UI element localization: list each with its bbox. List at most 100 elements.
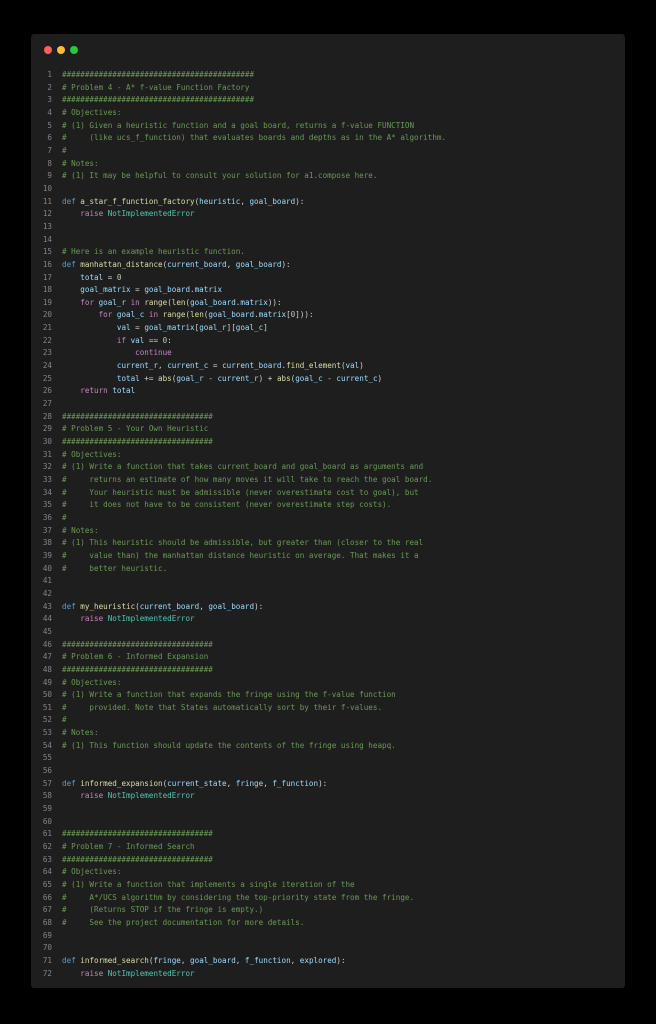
- code-line[interactable]: 26 return total: [31, 385, 625, 398]
- code-line[interactable]: 22 if val == 0:: [31, 335, 625, 348]
- code-line[interactable]: 44 raise NotImplementedError: [31, 613, 625, 626]
- code-line[interactable]: 52 #: [31, 714, 625, 727]
- line-number: 50: [42, 690, 52, 700]
- code-line[interactable]: 13: [31, 221, 625, 234]
- code-line[interactable]: 38 # (1) This heuristic should be admissi…: [31, 537, 625, 550]
- code-line[interactable]: 7 #: [31, 145, 625, 158]
- code-line[interactable]: 21 val = goal_matrix[goal_r][goal_c]: [31, 322, 625, 335]
- code-line[interactable]: 55: [31, 752, 625, 765]
- code-line[interactable]: 8 # Notes:: [31, 158, 625, 171]
- code-line[interactable]: 18 goal_matrix = goal_board.matrix: [31, 284, 625, 297]
- code-token: =: [130, 323, 145, 333]
- code-line[interactable]: 70: [31, 942, 625, 955]
- code-line[interactable]: 45: [31, 626, 625, 639]
- code-line[interactable]: 36 #: [31, 512, 625, 525]
- line-text: # (1) Write a function that expands the …: [62, 689, 396, 702]
- code-line[interactable]: 23 continue: [31, 347, 625, 360]
- code-editor[interactable]: 1 #######################################…: [31, 69, 625, 980]
- code-line[interactable]: 69: [31, 930, 625, 943]
- code-token: val: [116, 323, 131, 333]
- line-number: 65: [42, 880, 52, 889]
- line-text: # value than) the manhattan distance heu…: [62, 550, 419, 563]
- code-line[interactable]: 58 raise NotImplementedError: [31, 790, 625, 803]
- code-token: # (1) Given a heuristic function and a g…: [62, 120, 415, 130]
- code-line[interactable]: 24 current_r, current_c = current_board.…: [31, 360, 625, 373]
- code-token: raise: [80, 968, 104, 978]
- code-line[interactable]: 5 # (1) Given a heuristic function and a …: [31, 120, 625, 133]
- line-number: 41: [42, 576, 52, 586]
- line-number: 48: [42, 664, 52, 674]
- code-line[interactable]: 37 # Notes:: [31, 525, 625, 538]
- code-line[interactable]: 71 def informed_search(fringe, goal_board…: [31, 955, 625, 968]
- line-text: goal_matrix = goal_board.matrix: [62, 284, 222, 297]
- code-line[interactable]: 56: [31, 765, 625, 778]
- code-line[interactable]: 25 total += abs(goal_r - current_r) + ab…: [31, 373, 625, 386]
- code-line[interactable]: 9 # (1) It may be helpful to consult your…: [31, 170, 625, 183]
- code-line[interactable]: 15 # Here is an example heuristic functio…: [31, 246, 625, 259]
- code-token: total: [116, 373, 140, 383]
- code-token: +=: [139, 373, 159, 383]
- code-line[interactable]: 28 #################################: [31, 411, 625, 424]
- line-number: 44: [42, 614, 52, 624]
- code-line[interactable]: 31 # Objectives:: [31, 449, 625, 462]
- code-line[interactable]: 61 #################################: [31, 828, 625, 841]
- line-number: 36: [42, 512, 52, 522]
- code-line[interactable]: 29 # Problem 5 - Your Own Heuristic: [31, 423, 625, 436]
- code-line[interactable]: 72 raise NotImplementedError: [31, 968, 625, 981]
- code-line[interactable]: 6 # (like ucs_f_function) that evaluates …: [31, 132, 625, 145]
- code-line[interactable]: 20 for goal_c in range(len(goal_board.ma…: [31, 309, 625, 322]
- code-line[interactable]: 19 for goal_r in range(len(goal_board.ma…: [31, 297, 625, 310]
- code-line[interactable]: 30 #################################: [31, 436, 625, 449]
- code-line[interactable]: 66 # A*/UCS algorithm by considering the …: [31, 892, 625, 905]
- minimize-window-button[interactable]: [57, 46, 65, 54]
- code-line[interactable]: 48 #################################: [31, 664, 625, 677]
- code-token: def: [62, 196, 76, 206]
- code-line[interactable]: 67 # (Returns STOP if the fringe is empty…: [31, 904, 625, 917]
- code-line[interactable]: 4 # Objectives:: [31, 107, 625, 120]
- code-line[interactable]: 39 # value than) the manhattan distance h…: [31, 550, 625, 563]
- code-line[interactable]: 32 # (1) Write a function that takes curr…: [31, 461, 625, 474]
- close-window-button[interactable]: [44, 46, 52, 54]
- code-line[interactable]: 1 #######################################…: [31, 69, 625, 82]
- code-line[interactable]: 40 # better heuristic.: [31, 563, 625, 576]
- code-line[interactable]: 2 # Problem 4 - A* f-value Function Facto…: [31, 82, 625, 95]
- line-text: #################################: [62, 854, 213, 867]
- code-line[interactable]: 14: [31, 234, 625, 247]
- code-line[interactable]: 53 # Notes:: [31, 727, 625, 740]
- code-line[interactable]: 65 # (1) Write a function that implements…: [31, 879, 625, 892]
- code-line[interactable]: 59: [31, 803, 625, 816]
- maximize-window-button[interactable]: [70, 46, 78, 54]
- code-line[interactable]: 33 # returns an estimate of how many move…: [31, 474, 625, 487]
- code-line[interactable]: 63 #################################: [31, 854, 625, 867]
- code-line[interactable]: 27: [31, 398, 625, 411]
- code-line[interactable]: 10: [31, 183, 625, 196]
- code-line[interactable]: 49 # Objectives:: [31, 677, 625, 690]
- code-line[interactable]: 54 # (1) This function should update the …: [31, 740, 625, 753]
- code-line[interactable]: 47 # Problem 6 - Informed Expansion: [31, 651, 625, 664]
- code-line[interactable]: 62 # Problem 7 - Informed Search: [31, 841, 625, 854]
- code-line[interactable]: 16 def manhattan_distance(current_board, …: [31, 259, 625, 272]
- code-line[interactable]: 11 def a_star_f_function_factory(heuristi…: [31, 196, 625, 209]
- code-line[interactable]: 3 #######################################…: [31, 94, 625, 107]
- code-line[interactable]: 17 total = 0: [31, 272, 625, 285]
- code-line[interactable]: 46 #################################: [31, 639, 625, 652]
- code-token: :: [167, 335, 172, 345]
- code-line[interactable]: 60: [31, 816, 625, 829]
- code-line[interactable]: 57 def informed_expansion(current_state, …: [31, 778, 625, 791]
- code-line[interactable]: 34 # Your heuristic must be admissible (n…: [31, 487, 625, 500]
- code-line[interactable]: 68 # See the project documentation for mo…: [31, 917, 625, 930]
- code-line[interactable]: 41: [31, 575, 625, 588]
- code-line[interactable]: 43 def my_heuristic(current_board, goal_b…: [31, 601, 625, 614]
- code-token: current_r: [217, 373, 259, 383]
- line-text: val = goal_matrix[goal_r][goal_c]: [62, 322, 268, 335]
- code-line[interactable]: 51 # provided. Note that States automatic…: [31, 702, 625, 715]
- code-line[interactable]: 50 # (1) Write a function that expands th…: [31, 689, 625, 702]
- code-line[interactable]: 35 # it does not have to be consistent (n…: [31, 499, 625, 512]
- code-token: current_board: [222, 361, 282, 371]
- code-line[interactable]: 64 # Objectives:: [31, 866, 625, 879]
- line-text: current_r, current_c = current_board.fin…: [62, 360, 364, 373]
- code-line[interactable]: 12 raise NotImplementedError: [31, 208, 625, 221]
- code-line[interactable]: 42: [31, 588, 625, 601]
